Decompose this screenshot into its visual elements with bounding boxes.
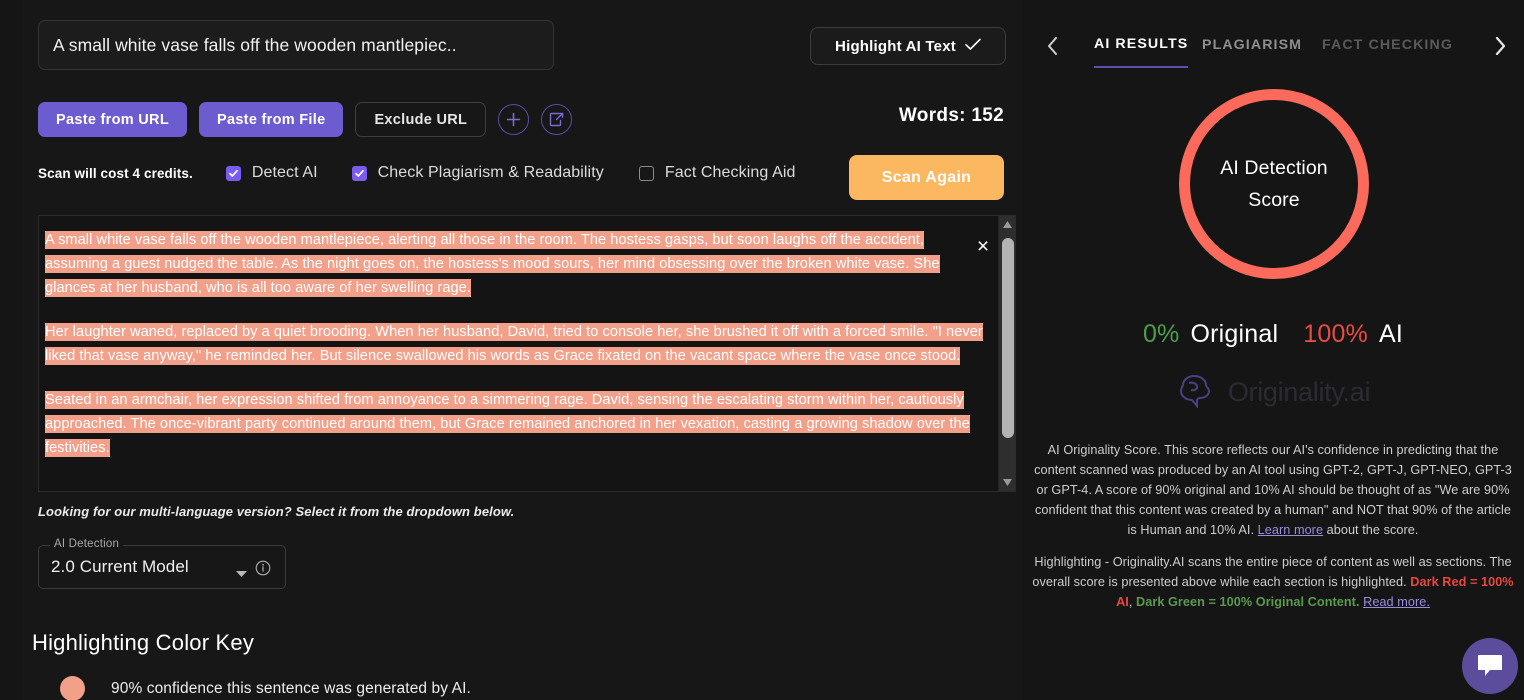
title-input[interactable]: A small white vase falls off the wooden … — [38, 20, 554, 70]
scan-options-row: Scan will cost 4 credits. Detect AI Chec… — [38, 160, 796, 186]
ai-percentage: 100% — [1303, 320, 1368, 348]
checkbox-checked-icon — [351, 165, 367, 181]
color-key-heading: Highlighting Color Key — [32, 630, 255, 655]
checkbox-detect-ai[interactable]: Detect AI — [225, 164, 318, 182]
scroll-down-icon[interactable] — [999, 474, 1015, 491]
content-paragraph: A small white vase falls off the wooden … — [45, 231, 940, 297]
brand-name: Originality.ai — [1227, 377, 1371, 407]
checkbox-unchecked-icon — [638, 165, 654, 181]
brain-chat-icon — [1176, 372, 1220, 413]
credits-cost-label: Scan will cost 4 credits. — [38, 165, 193, 181]
read-more-link[interactable]: Read more. — [1363, 595, 1430, 609]
score-circle-line2: Score — [1248, 189, 1300, 211]
ai-originality-score-description: AI Originality Score. This score reflect… — [1030, 440, 1516, 540]
left-panel: A small white vase falls off the wooden … — [22, 0, 1022, 700]
highlight-ai-text-button[interactable]: Highlight AI Text — [810, 27, 1006, 65]
right-panel: Highlight AI Text AI RESULTS PLAGIARISM … — [810, 0, 1524, 700]
tab-ai-results[interactable]: AI RESULTS — [1094, 22, 1189, 68]
scrollbar-thumb[interactable] — [1001, 238, 1014, 438]
model-select-legend: AI Detection — [50, 538, 124, 550]
content-paragraph: Seated in an armchair, her expression sh… — [45, 391, 970, 457]
content-paragraph: Her laughter waned, replaced by a quiet … — [45, 323, 983, 365]
info-icon[interactable] — [255, 560, 271, 581]
plus-icon[interactable] — [498, 104, 530, 135]
exclude-url-button[interactable]: Exclude URL — [355, 102, 487, 137]
paste-from-file-button[interactable]: Paste from File — [198, 102, 344, 137]
tab-plagiarism[interactable]: PLAGIARISM — [1202, 22, 1302, 68]
scan-again-button[interactable]: Scan Again — [849, 155, 1004, 200]
scroll-up-icon[interactable] — [999, 216, 1015, 233]
score-percentages: 0% Original 100% AI — [1022, 320, 1524, 349]
scanned-content-text: A small white vase falls off the wooden … — [39, 216, 999, 491]
brand-logo: Originality.ai — [1022, 372, 1524, 413]
dark-green-legend: Dark Green = 100% Original Content. — [1136, 595, 1360, 609]
color-key-label: 90% confidence this sentence was generat… — [111, 679, 471, 697]
tabs-next-icon[interactable] — [1486, 32, 1514, 60]
checkbox-label: Fact Checking Aid — [664, 164, 796, 181]
desc2-sep: , — [1128, 595, 1137, 609]
highlight-ai-text-label: Highlight AI Text — [835, 37, 956, 55]
tab-fact-checking[interactable]: FACT CHECKING — [1322, 22, 1453, 68]
ai-label: AI — [1379, 320, 1404, 348]
ai-detection-model-select[interactable]: AI Detection 2.0 Current Model — [38, 538, 286, 589]
color-key-item: 90% confidence this sentence was generat… — [60, 676, 471, 700]
paste-from-url-button[interactable]: Paste from URL — [38, 102, 187, 137]
multilanguage-note: Looking for our multi-language version? … — [38, 504, 515, 519]
original-label: Original — [1190, 320, 1279, 348]
checkbox-label: Check Plagiarism & Readability — [377, 164, 604, 181]
scanned-content-area[interactable]: A small white vase falls off the wooden … — [38, 215, 1016, 492]
score-circle-line1: AI Detection — [1220, 157, 1328, 179]
scrollbar[interactable] — [998, 216, 1015, 491]
checkbox-checked-icon — [225, 165, 241, 181]
chevron-down-icon[interactable] — [236, 565, 247, 583]
model-select-value: 2.0 Current Model — [51, 557, 189, 576]
tabs-prev-icon[interactable] — [1038, 32, 1066, 60]
ai-detection-score-circle: AI Detection Score — [1179, 89, 1369, 279]
chat-bubble-icon[interactable] — [1462, 638, 1518, 694]
export-icon[interactable] — [541, 104, 573, 135]
original-percentage: 0% — [1142, 320, 1180, 348]
highlighting-description: Highlighting - Originality.AI scans the … — [1030, 552, 1516, 612]
checkbox-label: Detect AI — [251, 164, 318, 181]
color-key-swatch — [60, 676, 85, 700]
learn-more-link[interactable]: Learn more — [1258, 523, 1323, 537]
results-tabs: AI RESULTS PLAGIARISM FACT CHECKING — [1022, 22, 1524, 70]
checkbox-check-plagiarism[interactable]: Check Plagiarism & Readability — [351, 164, 604, 182]
check-icon — [965, 38, 981, 55]
desc1-text-b: about the score. — [1323, 523, 1419, 537]
originality-ai-app: A small white vase falls off the wooden … — [0, 0, 1524, 700]
toolbar: Paste from URL Paste from File Exclude U… — [38, 102, 573, 137]
close-icon[interactable]: × — [973, 236, 993, 257]
word-count: Words: 152 — [898, 105, 1004, 126]
checkbox-fact-checking-aid[interactable]: Fact Checking Aid — [638, 164, 796, 182]
